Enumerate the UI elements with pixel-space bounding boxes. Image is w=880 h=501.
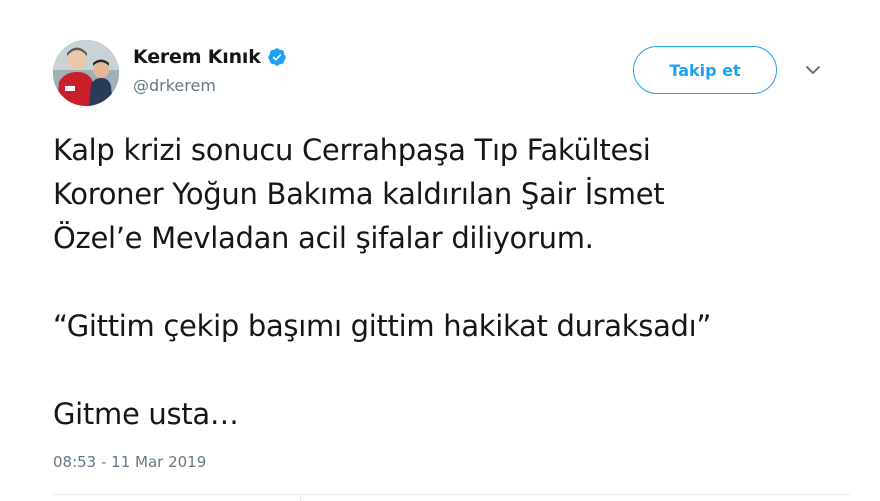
tweet-line: Koroner Yoğun Bakıma kaldırılan Şair İsm…	[53, 177, 665, 211]
tweet-line: Gitme usta…	[53, 397, 239, 431]
tweet-timestamp[interactable]: 08:53 - 11 Mar 2019	[53, 453, 206, 471]
user-handle[interactable]: @drkerem	[133, 76, 287, 95]
divider-tick	[300, 494, 301, 501]
avatar[interactable]	[53, 40, 119, 106]
user-info: Kerem Kınık @drkerem	[133, 44, 287, 95]
avatar-image	[53, 40, 119, 106]
tweet-text: Kalp krizi sonucu Cerrahpaşa Tıp Fakülte…	[53, 128, 843, 436]
divider	[53, 494, 850, 495]
verified-badge-icon	[267, 48, 286, 66]
tweet-header: Kerem Kınık @drkerem Takip et	[53, 40, 833, 106]
display-name[interactable]: Kerem Kınık	[133, 46, 261, 68]
follow-button[interactable]: Takip et	[633, 46, 777, 94]
chevron-down-icon[interactable]	[805, 64, 821, 76]
tweet-line: “Gittim çekip başımı gittim hakikat dura…	[53, 309, 712, 343]
name-row: Kerem Kınık	[133, 44, 287, 70]
tweet-line: Kalp krizi sonucu Cerrahpaşa Tıp Fakülte…	[53, 133, 651, 167]
tweet-line: Özel’e Mevladan acil şifalar diliyorum.	[53, 221, 594, 255]
tweet-card: Kerem Kınık @drkerem Takip et Kalp krizi…	[0, 0, 880, 501]
